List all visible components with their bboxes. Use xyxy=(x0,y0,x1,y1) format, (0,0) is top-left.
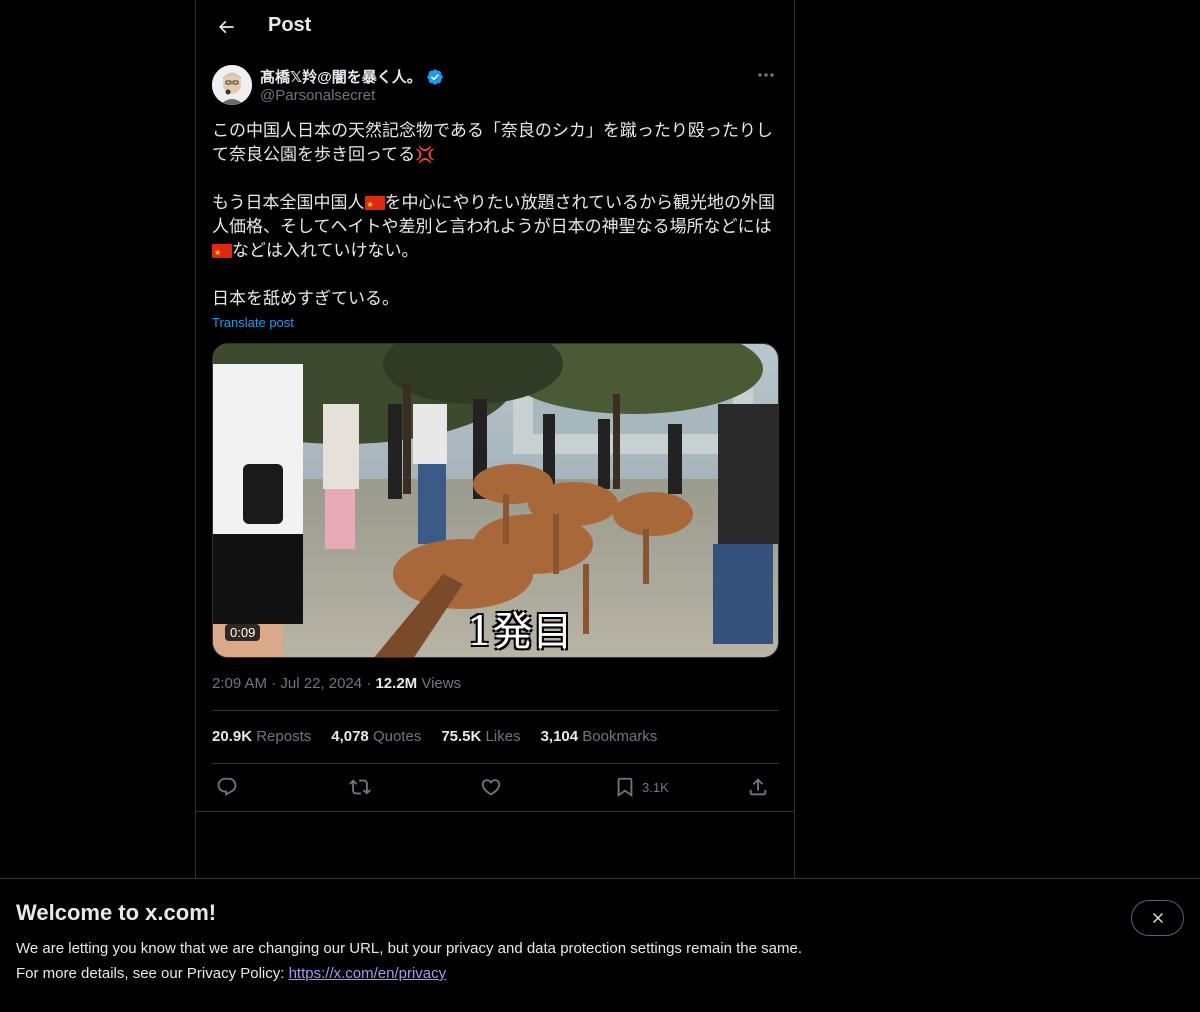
separator-dot: · xyxy=(271,675,281,692)
post-metadata: 2:09 AM · Jul 22, 2024 · 12.2M Views xyxy=(212,675,461,692)
banner-line2-prefix: For more details, see our Privacy Policy… xyxy=(16,965,289,982)
bookmarks-count: 3,104 xyxy=(540,728,579,745)
post-line3: 日本を舐めすぎている。 xyxy=(212,289,399,309)
avatar[interactable] xyxy=(212,65,252,105)
engagement-stats: 20.9K Reposts 4,078 Quotes 75.5K Likes 3… xyxy=(212,728,657,745)
likes-count: 75.5K xyxy=(441,728,482,745)
reply-icon xyxy=(217,777,237,796)
bookmarks-label: Bookmarks xyxy=(582,728,658,745)
video-caption: 1発目 xyxy=(467,609,573,655)
post-date[interactable]: Jul 22, 2024 xyxy=(280,675,362,692)
close-icon xyxy=(1152,913,1163,923)
bookmark-count: 3.1K xyxy=(642,779,669,795)
action-bar: 3.1K xyxy=(212,772,779,802)
divider xyxy=(212,763,779,764)
repost-icon xyxy=(349,779,371,795)
author-display-name[interactable]: 髙橋𝕏羚@闇を暴く人。 xyxy=(260,66,444,87)
share-icon xyxy=(749,778,767,796)
verified-badge-icon xyxy=(427,68,443,85)
main-column: Post 髙橋𝕏羚@闇を暴く人。 @Parsonalsecret この中国人日本… xyxy=(195,0,795,1012)
page-title: Post xyxy=(268,14,312,36)
back-button[interactable] xyxy=(208,9,244,45)
views-label: Views xyxy=(421,675,462,692)
quotes-stat[interactable]: 4,078 Quotes xyxy=(331,728,421,745)
anger-emoji-icon: 💢 xyxy=(415,145,436,164)
author-name-text: 髙橋𝕏羚@闇を暴く人。 xyxy=(260,69,422,86)
banner-line2: For more details, see our Privacy Policy… xyxy=(16,961,802,986)
arrow-left-icon xyxy=(218,20,234,34)
divider xyxy=(212,710,779,711)
post-text: この中国人日本の天然記念物である「奈良のシカ」を蹴ったり殴ったりして奈良公園を歩… xyxy=(212,119,782,311)
banner-message: We are letting you know that we are chan… xyxy=(16,936,802,986)
share-button[interactable] xyxy=(747,772,769,802)
post-line2a: もう日本全国中国人 xyxy=(212,193,365,213)
reposts-count: 20.9K xyxy=(212,728,253,745)
repost-button[interactable] xyxy=(349,772,371,802)
page-header: Post xyxy=(196,0,794,54)
post-line1: この中国人日本の天然記念物である「奈良のシカ」を蹴ったり殴ったりして奈良公園を歩… xyxy=(212,121,773,165)
video-duration: 0:09 xyxy=(225,624,261,641)
reposts-label: Reposts xyxy=(256,728,312,745)
close-banner-button[interactable] xyxy=(1131,900,1184,936)
quotes-label: Quotes xyxy=(372,728,422,745)
bookmark-icon xyxy=(617,777,633,798)
post-author: 髙橋𝕏羚@闇を暴く人。 @Parsonalsecret xyxy=(212,65,780,107)
china-flag-icon xyxy=(212,241,232,265)
post-line2c: などは入れていけない。 xyxy=(232,241,419,261)
reposts-stat[interactable]: 20.9K Reposts xyxy=(212,728,311,745)
likes-label: Likes xyxy=(485,728,521,745)
translate-post-link[interactable]: Translate post xyxy=(212,315,294,330)
bookmarks-stat[interactable]: 3,104 Bookmarks xyxy=(541,728,658,745)
welcome-banner: Welcome to x.com! We are letting you kno… xyxy=(0,878,1200,1012)
china-flag-icon xyxy=(364,193,385,217)
quotes-count: 4,078 xyxy=(331,728,369,745)
bookmark-button[interactable]: 3.1K xyxy=(614,772,669,802)
like-button[interactable] xyxy=(480,772,502,802)
more-options-button[interactable] xyxy=(752,65,780,85)
banner-title: Welcome to x.com! xyxy=(16,900,217,925)
video-player[interactable]: 1発目 0:09 xyxy=(212,343,779,658)
likes-stat[interactable]: 75.5K Likes xyxy=(441,728,520,745)
more-dots-icon xyxy=(758,73,774,77)
post-time[interactable]: 2:09 AM xyxy=(212,675,267,692)
privacy-policy-link[interactable]: https://x.com/en/privacy xyxy=(289,965,447,982)
views-count: 12.2M xyxy=(375,675,418,692)
divider xyxy=(196,811,794,812)
reply-button[interactable] xyxy=(216,772,238,802)
author-handle[interactable]: @Parsonalsecret xyxy=(260,87,375,104)
heart-icon xyxy=(481,779,501,796)
banner-line1: We are letting you know that we are chan… xyxy=(16,940,802,957)
avatar-image xyxy=(212,65,252,105)
